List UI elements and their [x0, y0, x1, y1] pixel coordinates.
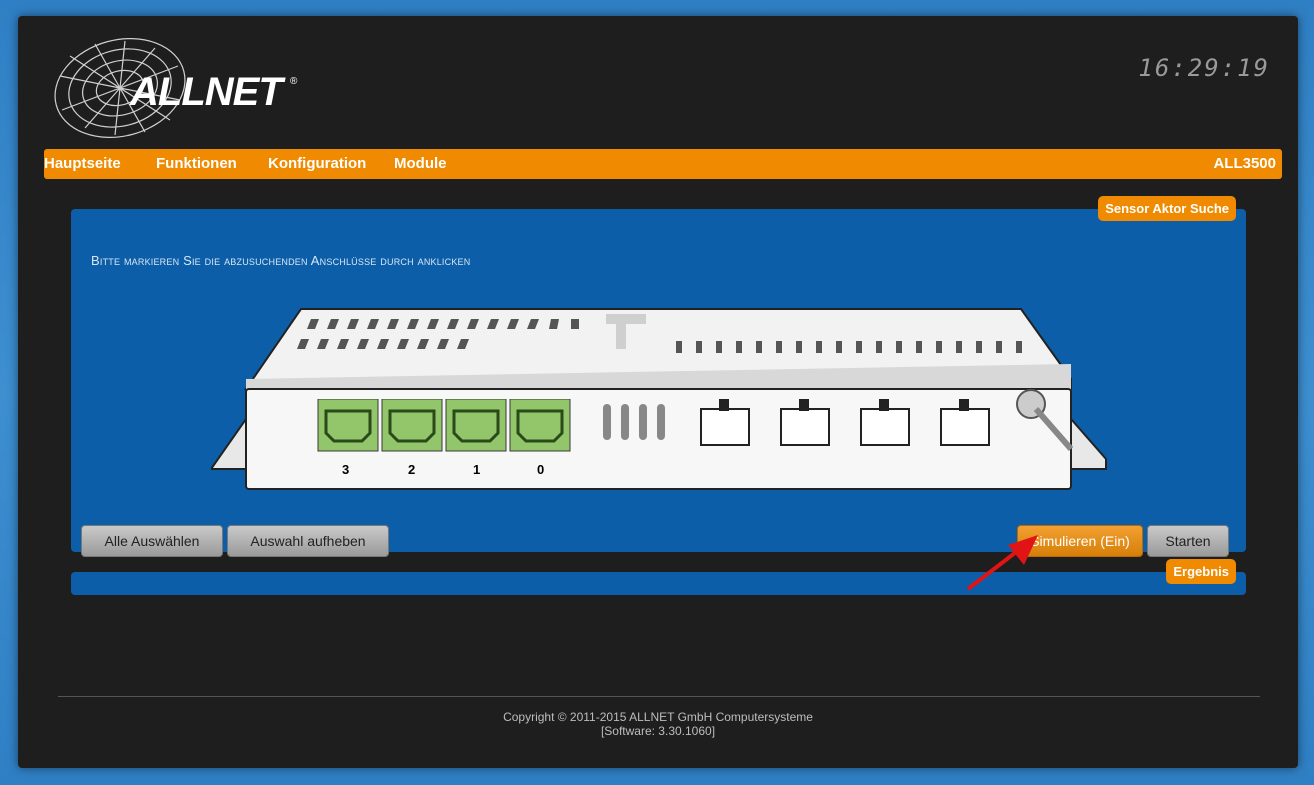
start-button[interactable]: Starten — [1147, 525, 1229, 557]
clock: 16:29:19 — [1138, 54, 1270, 82]
sensor-search-panel: Sensor Aktor Suche Bitte markieren Sie d… — [71, 196, 1246, 557]
port-label-2: 2 — [408, 462, 416, 477]
instruction-label: Bitte markieren Sie die abzusuchenden An… — [91, 253, 471, 268]
result-panel: Ergebnis — [71, 559, 1246, 595]
instruction-text: Bitte markieren Sie die abzusuchenden An… — [91, 253, 470, 268]
device-model: ALL3500 — [1213, 155, 1276, 172]
port-label-0: 0 — [537, 462, 545, 477]
footer-divider — [58, 696, 1260, 697]
annotation-arrow-icon — [966, 535, 1038, 591]
port-3[interactable] — [317, 399, 379, 452]
select-all-button[interactable]: Alle Auswählen — [81, 525, 223, 557]
brand-name: ALLNET — [130, 70, 283, 114]
allnet-logo[interactable]: ALLNET ® — [50, 36, 297, 146]
nav-item-konfiguration[interactable]: Konfiguration — [268, 155, 366, 172]
footer: Copyright © 2011-2015 ALLNET GmbH Comput… — [18, 710, 1298, 738]
nav-item-hauptseite[interactable]: Hauptseite — [44, 155, 121, 172]
main-nav: Hauptseite Funktionen Konfiguration Modu… — [44, 149, 1282, 179]
registered-mark: ® — [290, 76, 298, 87]
deselect-button[interactable]: Auswahl aufheben — [227, 525, 389, 557]
port-0[interactable] — [509, 399, 571, 452]
result-title: Ergebnis — [1166, 559, 1236, 584]
port-1[interactable] — [445, 399, 507, 452]
port-2[interactable] — [381, 399, 443, 452]
nav-item-module[interactable]: Module — [394, 155, 447, 172]
software-version: [Software: 3.30.1060] — [600, 724, 716, 738]
port-label-3: 3 — [342, 462, 350, 477]
nav-item-funktionen[interactable]: Funktionen — [156, 155, 237, 172]
panel-title: Sensor Aktor Suche — [1098, 196, 1236, 221]
app-frame: ALLNET ® 16:29:19 Hauptseite Funktionen … — [18, 16, 1298, 768]
copyright-text: Copyright © 2011-2015 ALLNET GmbH Comput… — [503, 710, 813, 724]
port-label-1: 1 — [473, 462, 481, 477]
